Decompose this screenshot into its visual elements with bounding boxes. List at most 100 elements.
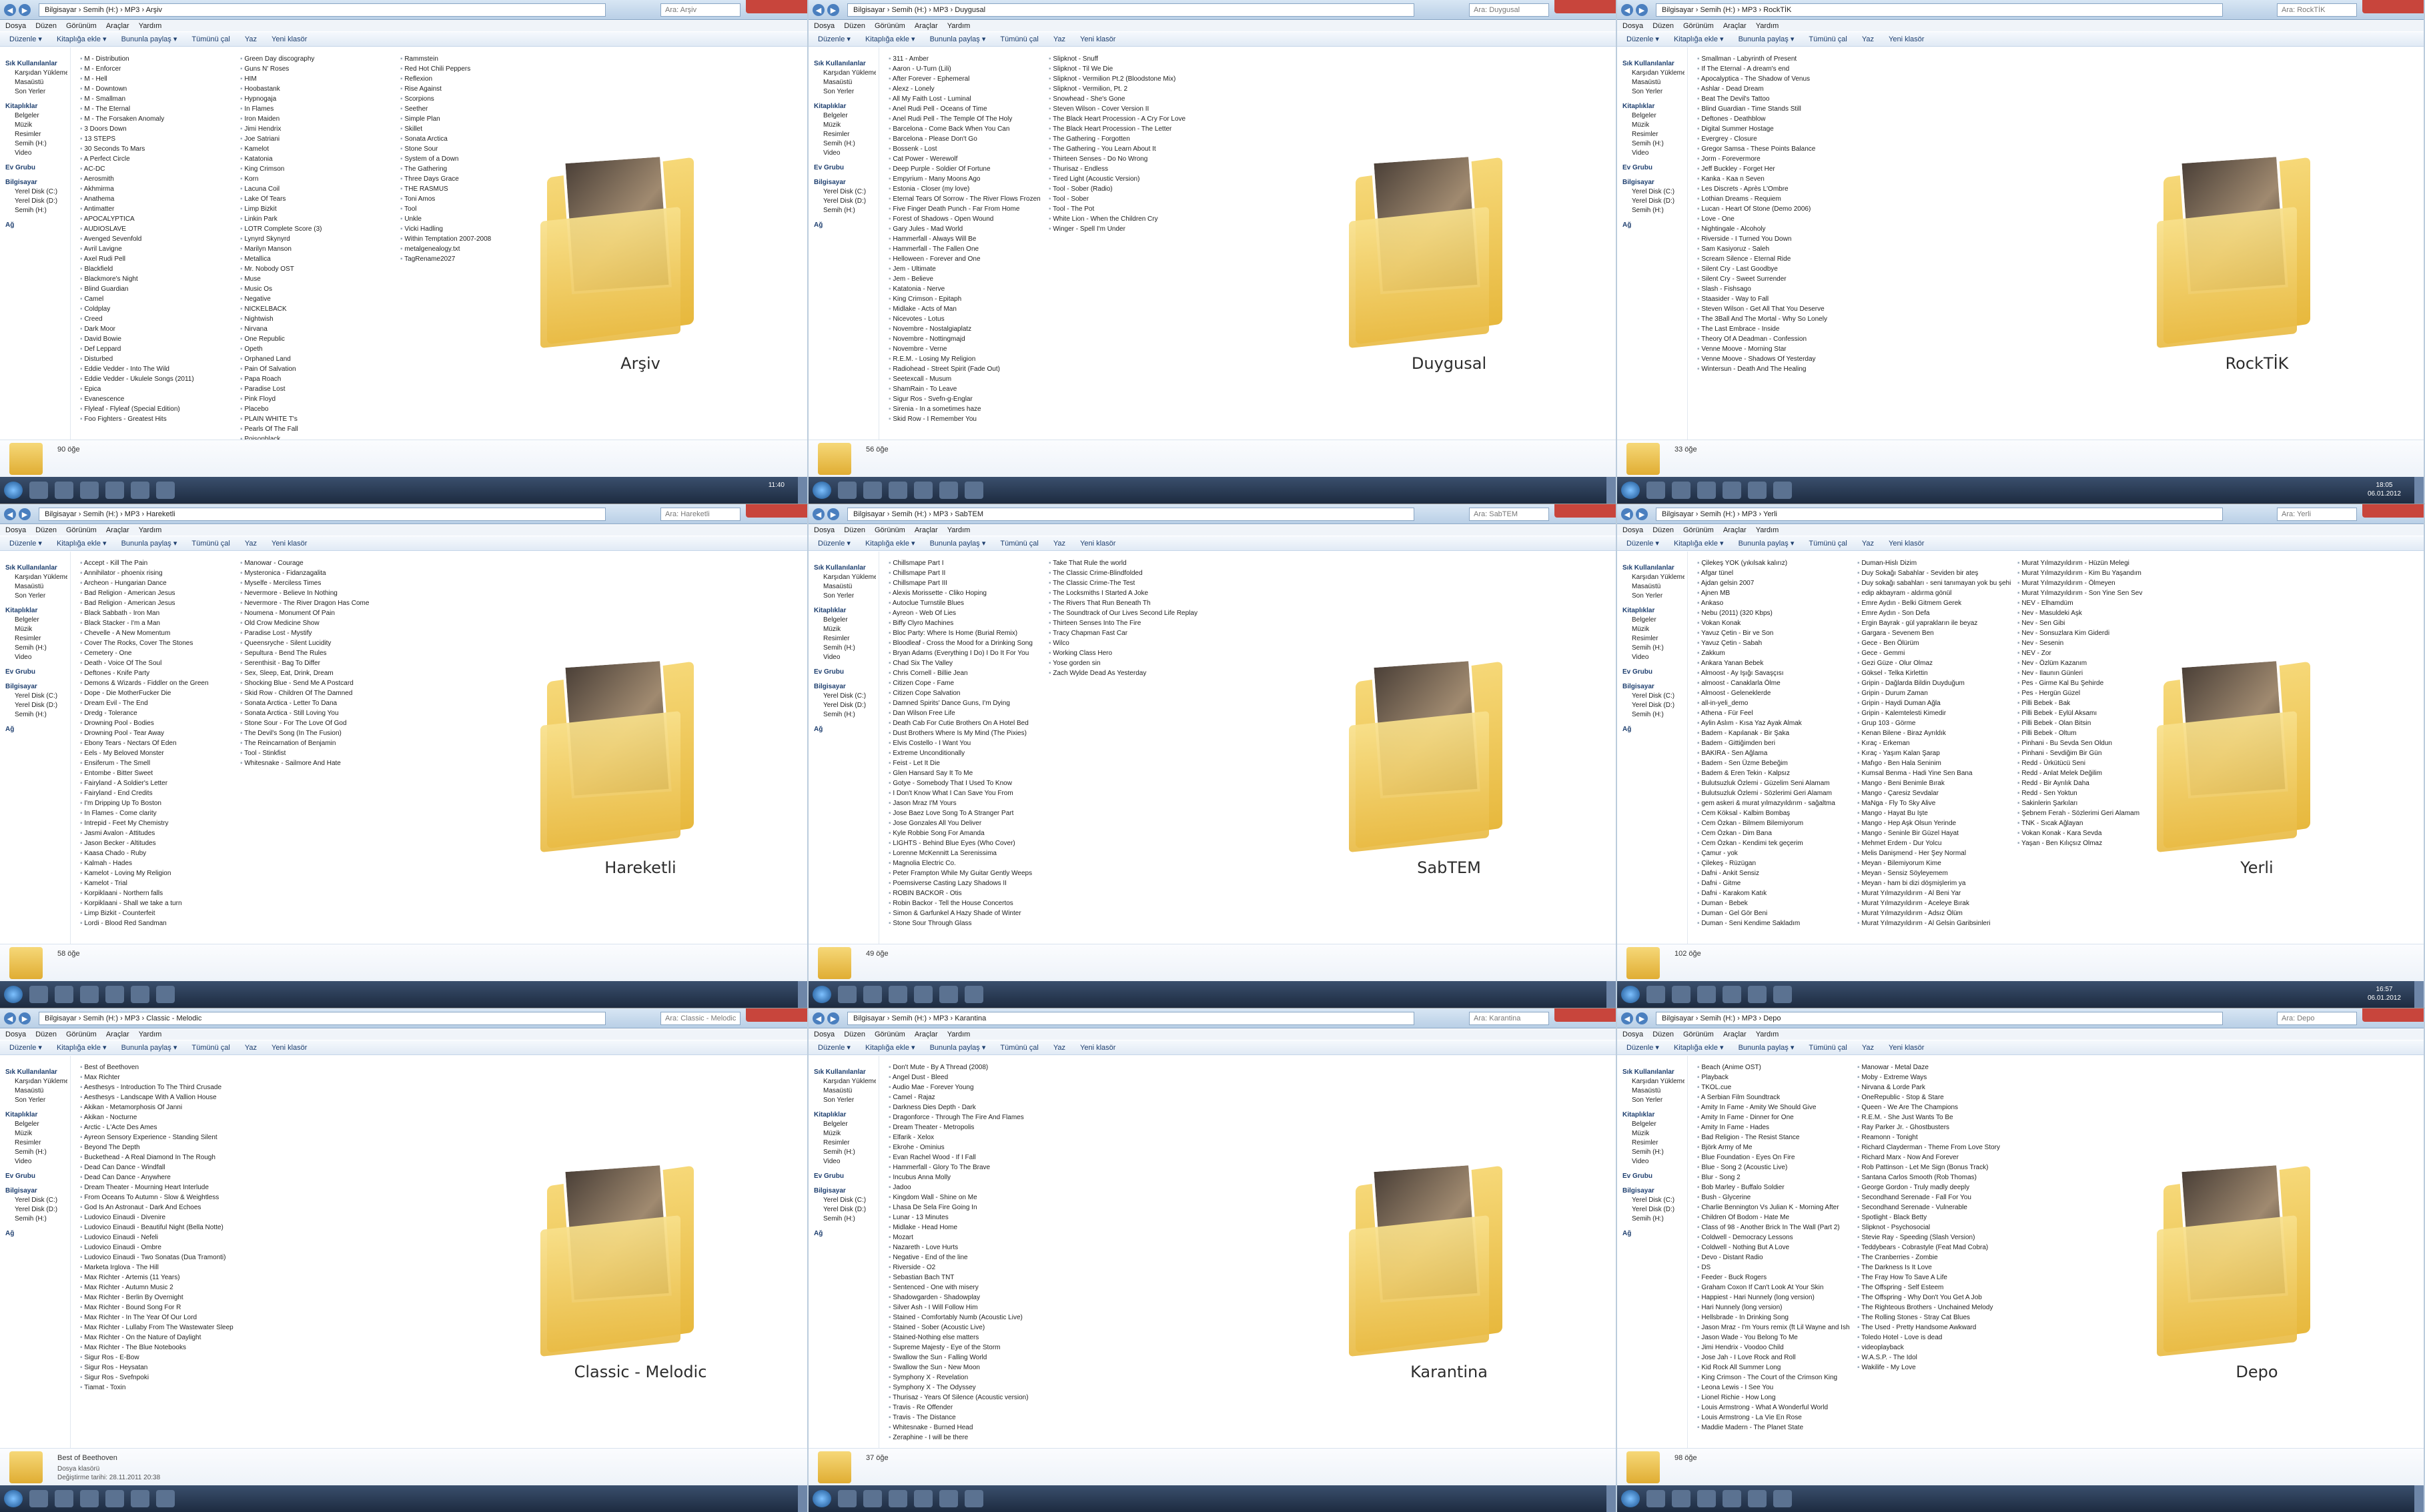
chrome-icon[interactable] <box>105 482 124 499</box>
sidebar-item[interactable]: Karşıdan Yüklemeler <box>1622 69 1684 78</box>
close-button[interactable] <box>1554 0 1616 13</box>
file-item[interactable]: Jem - Ultimate <box>889 264 1042 274</box>
file-item[interactable]: Elvis Costello - I Want You <box>889 738 1042 748</box>
menu-item[interactable]: Görünüm <box>1683 526 1714 534</box>
file-item[interactable]: Bulutsuzluk Özlemi - Sözlerimi Geri Alam… <box>1697 788 1851 798</box>
file-item[interactable]: Kumsal Benma - Hadi Yine Sen Bana <box>1857 768 2011 778</box>
file-item[interactable]: Murat Yılmazyıldırım - Kim Bu Yaşandım <box>2017 568 2171 578</box>
menu-item[interactable]: Yardım <box>1756 1030 1779 1038</box>
toolbar-button[interactable]: Yaz <box>1053 540 1065 548</box>
file-item[interactable]: Swallow the Sun - Falling World <box>889 1353 1042 1363</box>
toolbar-button[interactable]: Yeni klasör <box>272 540 307 548</box>
file-item[interactable]: Mehmet Erdem - Dur Yolcu <box>1857 838 2011 848</box>
sidebar-group[interactable]: Ev Grubu <box>1622 1172 1684 1181</box>
sidebar-item[interactable]: Karşıdan Yüklemeler <box>5 573 67 582</box>
sidebar-item[interactable]: Video <box>814 149 876 158</box>
media-player-icon[interactable] <box>1697 482 1716 499</box>
sidebar-group[interactable]: Sık Kullanılanlar <box>814 59 876 69</box>
file-item[interactable]: Accept - Kill The Pain <box>80 558 233 568</box>
file-item[interactable]: Nightingale - Alcoholy <box>1697 224 1851 234</box>
file-item[interactable]: Blackfield <box>80 264 233 274</box>
file-item[interactable]: Lake Of Tears <box>240 194 394 204</box>
forward-button[interactable]: ▶ <box>1636 508 1648 520</box>
folder-thumbnail[interactable]: Karantina <box>1329 1149 1569 1409</box>
file-item[interactable]: Sirenia - In a sometimes haze <box>889 404 1042 414</box>
toolbar-button[interactable]: Düzenle ▾ <box>818 1043 851 1052</box>
toolbar-button[interactable]: Kitaplığa ekle ▾ <box>57 35 107 43</box>
file-item[interactable]: Blue - Song 2 (Acoustic Live) <box>1697 1163 1851 1173</box>
sidebar-item[interactable]: Son Yerler <box>1622 87 1684 97</box>
sidebar-group[interactable]: Kitaplıklar <box>5 1110 67 1120</box>
file-item[interactable]: Beach (Anime OST) <box>1697 1062 1851 1072</box>
close-button[interactable] <box>1554 504 1616 518</box>
file-item[interactable]: videoplayback <box>1857 1343 2011 1353</box>
file-item[interactable]: Lynyrd Skynyrd <box>240 234 394 244</box>
file-item[interactable]: Gripin - Haydi Duman Ağla <box>1857 698 2011 708</box>
file-item[interactable]: almoost - Canaklarla Ölme <box>1697 678 1851 688</box>
show-desktop-button[interactable] <box>798 477 807 504</box>
file-item[interactable]: Skid Row - I Remember You <box>889 414 1042 424</box>
file-item[interactable]: Jorm - Forevermore <box>1697 154 1851 164</box>
chrome-icon[interactable] <box>1723 986 1741 1003</box>
file-item[interactable]: BAKIRA - Sen Ağlama <box>1697 748 1851 758</box>
word-icon[interactable] <box>1748 1490 1767 1507</box>
toolbar-button[interactable]: Düzenle ▾ <box>9 35 42 43</box>
file-item[interactable]: Smallman - Labyrinth of Present <box>1697 54 1851 64</box>
show-desktop-button[interactable] <box>1606 477 1616 504</box>
sidebar-item[interactable]: Son Yerler <box>814 1096 876 1105</box>
file-item[interactable]: Blue Foundation - Eyes On Fire <box>1697 1153 1851 1163</box>
file-item[interactable]: Eddie Vedder - Into The Wild <box>80 364 233 374</box>
file-item[interactable]: Stevie Ray - Speeding (Slash Version) <box>1857 1233 2011 1243</box>
forward-button[interactable]: ▶ <box>827 4 839 16</box>
file-item[interactable]: AC-DC <box>80 164 233 174</box>
toolbar-button[interactable]: Yeni klasör <box>272 1044 307 1052</box>
file-item[interactable]: Kamelot - Loving My Religion <box>80 868 233 878</box>
toolbar-button[interactable]: Düzenle ▾ <box>9 1043 42 1052</box>
file-item[interactable]: Steven Wilson - Cover Version II <box>1049 104 1202 114</box>
file-item[interactable]: Aerosmith <box>80 174 233 184</box>
file-item[interactable]: Class of 98 - Another Brick In The Wall … <box>1697 1223 1851 1233</box>
file-item[interactable]: Shocking Blue - Send Me A Postcard <box>240 678 394 688</box>
file-item[interactable]: Slipknot - Til We Die <box>1049 64 1202 74</box>
file-item[interactable]: Manowar - Courage <box>240 558 394 568</box>
sidebar-item[interactable]: Belgeler <box>5 111 67 121</box>
sidebar-group[interactable]: Ev Grubu <box>1622 668 1684 677</box>
file-item[interactable]: After Forever - Ephemeral <box>889 74 1042 84</box>
file-item[interactable]: Hellsbrade - In Drinking Song <box>1697 1313 1851 1323</box>
file-item[interactable]: Emre Aydın - Son Defa <box>1857 608 2011 618</box>
file-item[interactable]: Teddybears - Cobrastyle (Feat Mad Cobra) <box>1857 1243 2011 1253</box>
address-bar[interactable]: Bilgisayar › Semih (H:) › MP3 › Hareketl… <box>39 508 606 521</box>
folder-icon[interactable] <box>29 1490 48 1507</box>
toolbar-button[interactable]: Yaz <box>1053 35 1065 43</box>
file-item[interactable]: M - Enforcer <box>80 64 233 74</box>
sidebar-item[interactable]: Video <box>814 653 876 662</box>
file-item[interactable]: 13 STEPS <box>80 134 233 144</box>
menu-item[interactable]: Araçlar <box>106 22 129 30</box>
file-item[interactable]: Midlake - Acts of Man <box>889 304 1042 314</box>
file-item[interactable]: Jason Mraz - I'm Yours remix (ft Lil Way… <box>1697 1323 1851 1333</box>
file-item[interactable]: Jem - Believe <box>889 274 1042 284</box>
file-item[interactable]: Antimatter <box>80 204 233 214</box>
file-item[interactable]: Çilekeş YOK (yıkılsak kalırız) <box>1697 558 1851 568</box>
file-item[interactable]: Negative - End of the line <box>889 1253 1042 1263</box>
sidebar-group[interactable]: Sık Kullanılanlar <box>814 564 876 573</box>
search-input[interactable]: Ara: Yerli <box>2277 508 2357 521</box>
sidebar-group[interactable]: Ev Grubu <box>5 668 67 677</box>
sidebar-item[interactable]: Video <box>5 149 67 158</box>
back-button[interactable]: ◀ <box>1621 4 1633 16</box>
toolbar-button[interactable]: Bununla paylaş ▾ <box>1739 35 1795 43</box>
toolbar-button[interactable]: Kitaplığa ekle ▾ <box>1674 539 1724 548</box>
sidebar-item[interactable]: Yerel Disk (D:) <box>1622 701 1684 710</box>
file-item[interactable]: Lunar - 13 Minutes <box>889 1213 1042 1223</box>
file-item[interactable]: Dream Theater - Mourning Heart Interlude <box>80 1183 233 1193</box>
file-item[interactable]: Sentenced - One with misery <box>889 1283 1042 1293</box>
file-item[interactable]: Beat The Devil's Tattoo <box>1697 94 1851 104</box>
folder-icon[interactable] <box>1646 986 1665 1003</box>
file-item[interactable]: Playback <box>1697 1072 1851 1082</box>
sidebar-group[interactable]: Ağ <box>5 1229 67 1239</box>
menu-item[interactable]: Yardım <box>139 22 162 30</box>
sidebar-item[interactable]: Semih (H:) <box>814 644 876 653</box>
toolbar-button[interactable]: Kitaplığa ekle ▾ <box>1674 35 1724 43</box>
file-item[interactable]: Tool - Sober <box>1049 194 1202 204</box>
media-player-icon[interactable] <box>1697 1490 1716 1507</box>
